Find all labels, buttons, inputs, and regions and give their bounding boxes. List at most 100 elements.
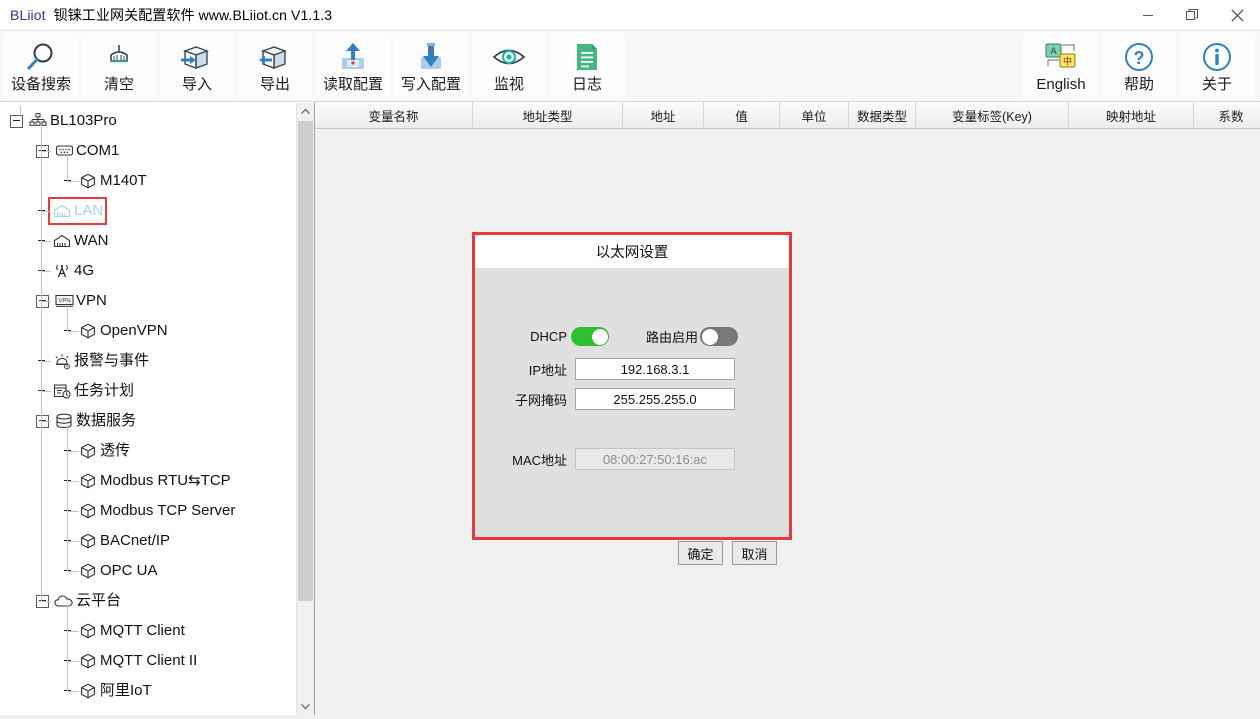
application-window: BLiiot 钡铼工业网关配置软件 www.BLiiot.cn V1.1.3 设… (0, 0, 1260, 719)
question-circle-icon: ? (1124, 39, 1154, 75)
tree-node-hit[interactable]: MQTT Client (76, 619, 187, 643)
column-header-6[interactable]: 数据类型 (849, 102, 916, 128)
export-label: 导出 (259, 76, 290, 93)
device-tree: BL103Pro COM1 M140T LAN WAN 4G VPN VPN OpenVPN 报警… (0, 106, 296, 706)
main-body: BL103Pro COM1 M140T LAN WAN 4G VPN VPN OpenVPN 报警… (0, 102, 1260, 715)
column-header-2[interactable]: 地址类型 (473, 102, 623, 128)
column-header-1[interactable]: 变量名称 (315, 102, 473, 128)
scroll-thumb[interactable] (298, 121, 313, 601)
tree-node-19[interactable]: MQTT Client II (0, 646, 296, 676)
clear-label: 清空 (103, 76, 134, 93)
ethernet-icon-selected (52, 202, 72, 220)
tree-node-hit[interactable]: 云平台 (52, 589, 123, 613)
schedule-icon (52, 382, 72, 400)
tree-node-hit[interactable]: Modbus RTU⇆TCP (76, 469, 233, 493)
broom-icon (103, 39, 135, 75)
route-enable-toggle[interactable] (700, 327, 739, 346)
tree-stub-level2 (67, 691, 79, 692)
import-button[interactable]: 导入 (159, 33, 235, 99)
tree-vertical-scrollbar[interactable] (296, 103, 314, 715)
column-header-7[interactable]: 变量标签(Key) (916, 102, 1069, 128)
tree-node-hit[interactable]: MQTT Client II (76, 649, 199, 673)
tree-node-label: 任务计划 (74, 382, 135, 399)
ethernet-settings-dialog: 以太网设置 DHCP 路由启用 IP地址 192.168.3.1 子网掩码 25… (472, 232, 792, 565)
column-header-5[interactable]: 单位 (780, 102, 849, 128)
tree-node-label: Modbus RTU⇆TCP (100, 472, 231, 489)
sitemap-icon (28, 112, 48, 130)
tree-node-hit[interactable]: 阿里IoT (76, 679, 154, 703)
variable-table-body[interactable]: 以太网设置 DHCP 路由启用 IP地址 192.168.3.1 子网掩码 25… (315, 129, 1260, 715)
tree-node-hit[interactable]: VPN VPN (52, 289, 109, 313)
tree-node-hit[interactable]: 任务计划 (50, 379, 136, 403)
tree-node-hit[interactable]: OPC UA (76, 559, 160, 583)
vpn-icon: VPN (54, 292, 74, 310)
mac-address-label: MAC地址 (512, 452, 567, 468)
monitor-button[interactable]: 监视 (471, 33, 547, 99)
log-button[interactable]: 日志 (549, 33, 625, 99)
write-config-button[interactable]: 写入配置 (393, 33, 469, 99)
download-tray-icon (414, 39, 448, 75)
cancel-button[interactable]: 取消 (732, 541, 777, 565)
export-button[interactable]: 导出 (237, 33, 313, 99)
cube-icon (78, 532, 98, 550)
subnet-mask-input[interactable]: 255.255.255.0 (575, 388, 735, 410)
tree-node-hit[interactable]: 透传 (76, 439, 132, 463)
tree-node-label: VPN (76, 292, 107, 309)
tree-node-8[interactable]: OpenVPN (0, 316, 296, 346)
scroll-down-icon[interactable] (297, 698, 314, 715)
tree-node-hit[interactable]: WAN (50, 229, 110, 253)
tree-node-hit[interactable]: BL103Pro (26, 109, 119, 133)
tree-node-hit[interactable]: 数据服务 (52, 409, 138, 433)
column-header-8[interactable]: 映射地址 (1069, 102, 1194, 128)
tree-node-16[interactable]: OPC UA (0, 556, 296, 586)
tree-node-hit[interactable]: BACnet/IP (76, 529, 172, 553)
restore-button[interactable] (1170, 0, 1215, 30)
tree-node-12[interactable]: 透传 (0, 436, 296, 466)
tree-trunk-level2 (67, 605, 68, 691)
device-search-button[interactable]: 设备搜索 (3, 33, 79, 99)
svg-text:VPN: VPN (58, 298, 70, 304)
tree-node-label: BACnet/IP (100, 532, 171, 549)
tree-node-hit[interactable]: OpenVPN (76, 319, 170, 343)
clear-button[interactable]: 清空 (81, 33, 157, 99)
tree-node-hit[interactable]: M140T (76, 169, 149, 193)
log-label: 日志 (571, 76, 602, 93)
tree-stub-level2 (67, 571, 79, 572)
antenna-icon (52, 262, 72, 280)
about-button[interactable]: 关于 (1179, 33, 1255, 99)
tree-node-label: 云平台 (76, 592, 122, 609)
tree-stub-level1 (41, 421, 51, 422)
ip-address-input[interactable]: 192.168.3.1 (575, 358, 735, 380)
minimize-button[interactable] (1125, 0, 1170, 30)
tree-node-label: M140T (100, 172, 147, 189)
tree-node-hit[interactable]: COM1 (52, 139, 121, 163)
column-header-4[interactable]: 值 (704, 102, 780, 128)
dhcp-toggle[interactable] (571, 327, 609, 346)
device-tree-scroll-area[interactable]: BL103Pro COM1 M140T LAN WAN 4G VPN VPN OpenVPN 报警… (0, 103, 296, 715)
tree-node-13[interactable]: Modbus RTU⇆TCP (0, 466, 296, 496)
tree-node-hit[interactable]: 报警与事件 (50, 349, 151, 373)
tree-node-hit[interactable]: Modbus TCP Server (76, 499, 237, 523)
tree-node-3[interactable]: M140T (0, 166, 296, 196)
tree-node-20[interactable]: 阿里IoT (0, 676, 296, 706)
help-button[interactable]: ? 帮助 (1101, 33, 1177, 99)
tree-node-18[interactable]: MQTT Client (0, 616, 296, 646)
read-config-button[interactable]: 读取配置 (315, 33, 391, 99)
tree-trunk-level2 (67, 155, 68, 181)
tree-stub-level1 (41, 151, 51, 152)
tree-node-hit[interactable]: 4G (50, 259, 96, 283)
svg-text:?: ? (1134, 48, 1145, 68)
column-header-9[interactable]: 系数 (1194, 102, 1260, 128)
tree-node-14[interactable]: Modbus TCP Server (0, 496, 296, 526)
tree-node-selected-lan[interactable]: LAN (48, 197, 108, 225)
collapse-toggle-icon[interactable] (10, 114, 23, 128)
eye-icon (492, 39, 526, 75)
tree-node-15[interactable]: BACnet/IP (0, 526, 296, 556)
language-button[interactable]: A 中 English (1023, 33, 1099, 99)
column-header-3[interactable]: 地址 (623, 102, 704, 128)
tree-node-1[interactable]: BL103Pro (0, 106, 296, 136)
about-label: 关于 (1201, 76, 1232, 93)
ok-button[interactable]: 确定 (678, 541, 723, 565)
scroll-up-icon[interactable] (297, 103, 314, 120)
close-button[interactable] (1215, 0, 1260, 30)
